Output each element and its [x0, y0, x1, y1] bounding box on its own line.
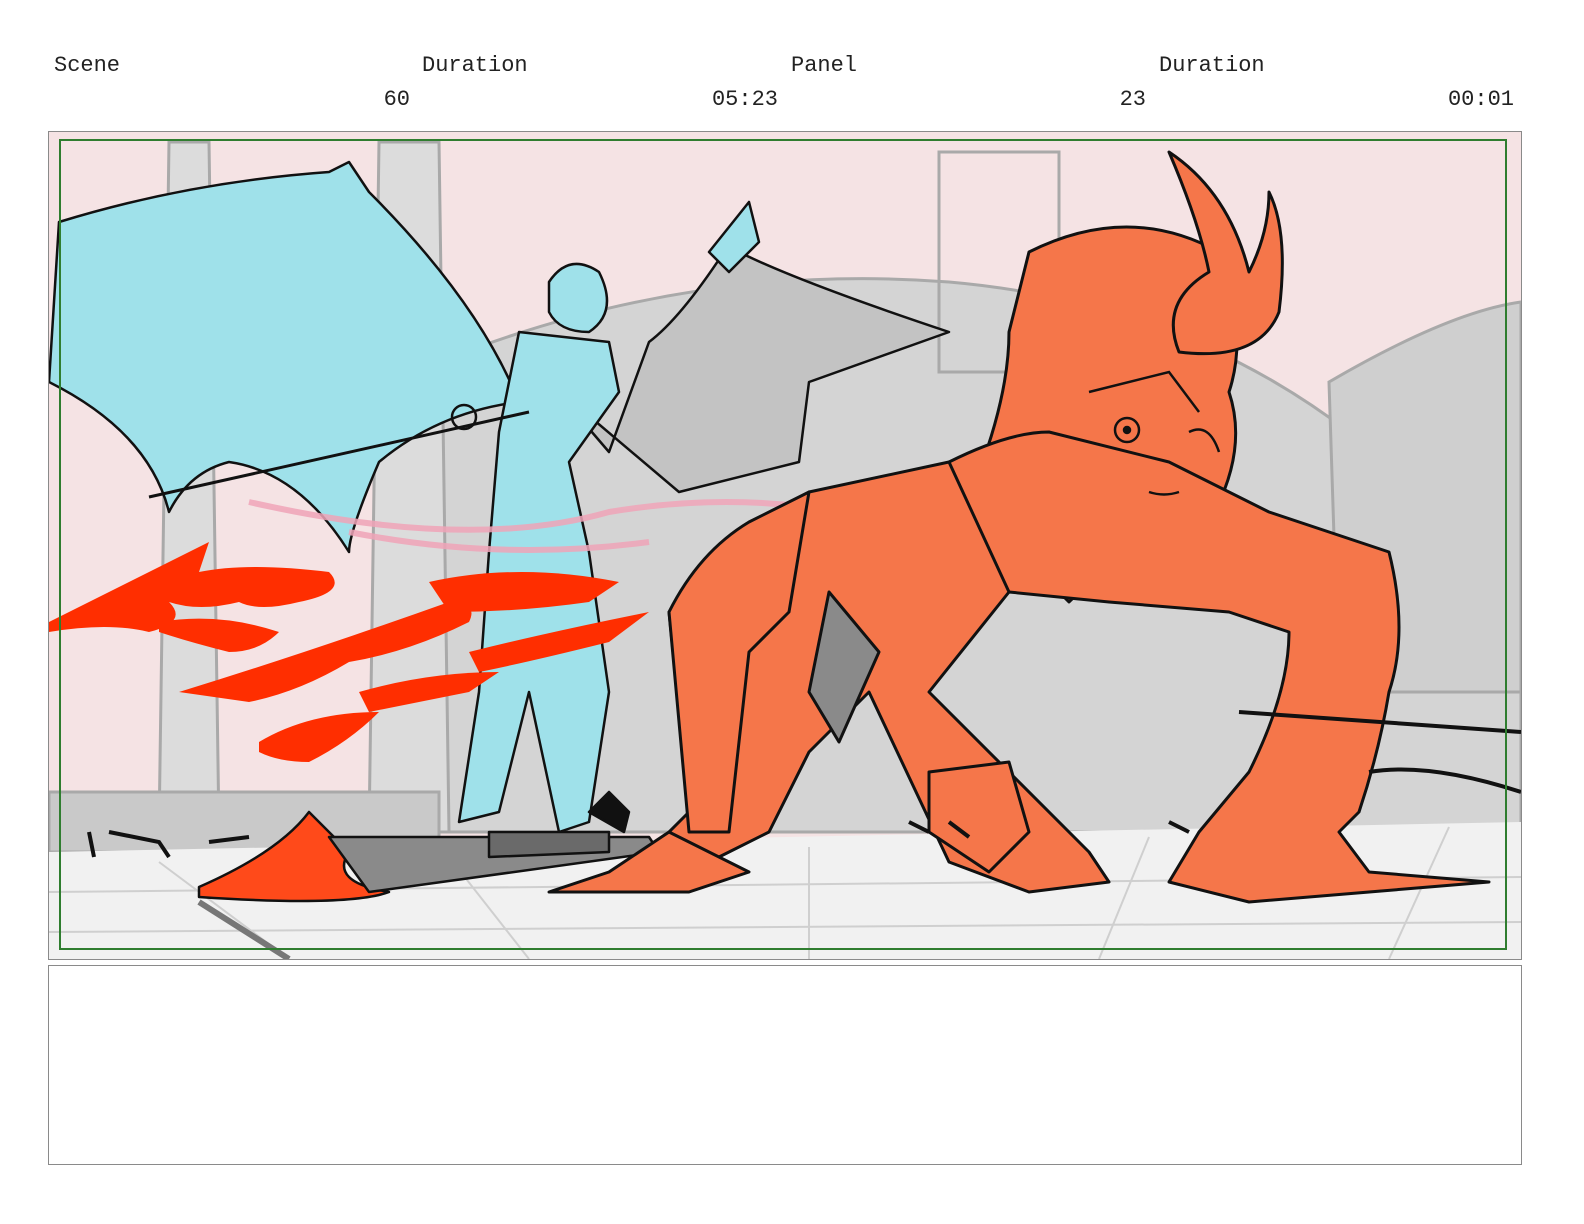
scene-number: 60: [383, 87, 410, 112]
storyboard-drawing: [49, 132, 1521, 959]
storyboard-panel-frame: [48, 131, 1522, 960]
panel-duration-label: Duration: [1159, 53, 1265, 78]
panel-notes-box[interactable]: [48, 965, 1522, 1165]
scene-label: Scene: [54, 53, 121, 78]
panel-label: Panel: [791, 53, 858, 78]
scene-duration-value: 05:23: [711, 87, 778, 112]
panel-duration-value: 00:01: [1447, 87, 1514, 112]
scene-duration-label: Duration: [422, 53, 528, 78]
panel-number: 23: [1119, 87, 1146, 112]
